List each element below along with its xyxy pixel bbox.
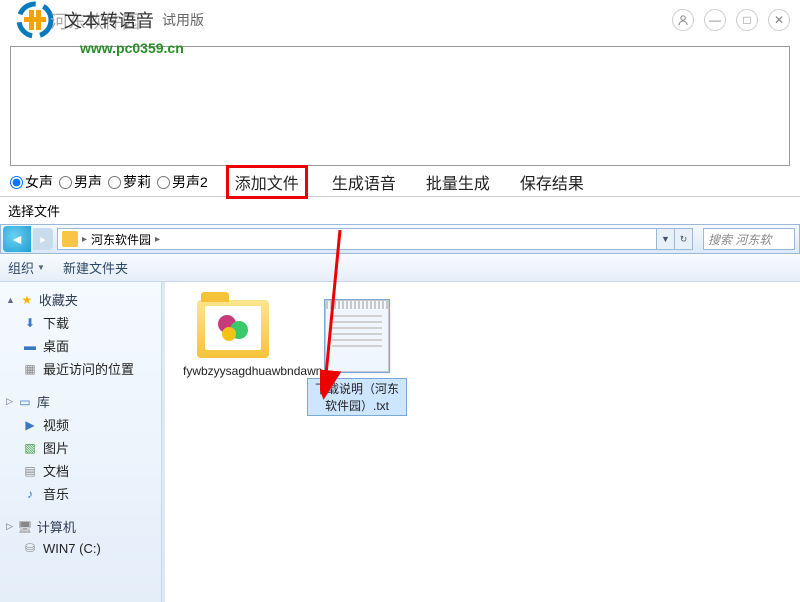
chevron-right-icon: ▸ [82,234,87,245]
chevron-right-icon: ▸ [155,234,160,245]
trial-label: 试用版 [162,10,204,30]
text-input-area[interactable] [10,46,790,166]
nav-forward-button[interactable]: ▸ [33,228,53,250]
chevron-down-icon: ▼ [37,263,45,272]
refresh-button[interactable]: ↻ [675,228,693,250]
voice-loli[interactable]: 萝莉 [108,172,151,192]
voice-male2[interactable]: 男声2 [157,172,208,192]
organize-menu[interactable]: 组织▼ [8,258,45,277]
sidebar-drive-c[interactable]: ⛁WIN7 (C:) [0,538,161,558]
download-icon: ⬇ [22,315,38,331]
library-icon: ▭ [17,394,33,410]
batch-generate-button[interactable]: 批量生成 [420,168,496,196]
file-label: 下载说明（河东软件园）.txt [307,378,407,416]
recent-icon: ▦ [22,361,38,377]
sidebar-videos[interactable]: ▶视频 [0,413,161,436]
generate-audio-button[interactable]: 生成语音 [326,168,402,196]
document-icon: ▤ [22,463,38,479]
text-file-icon [325,300,389,372]
file-item-selected[interactable]: 下载说明（河东软件园）.txt [307,300,407,416]
voice-female[interactable]: 女声 [10,172,53,192]
folder-icon [62,231,78,247]
folder-item[interactable]: fywbzyysagdhuawbndawn [183,300,283,378]
watermark-url: www.pc0359.cn [80,40,184,56]
sidebar-favorites[interactable]: ▲★收藏夹 [0,288,161,311]
sidebar-recent[interactable]: ▦最近访问的位置 [0,357,161,380]
sidebar-libraries[interactable]: ▷▭库 [0,390,161,413]
breadcrumb[interactable]: ▸ 河东软件园 ▸ [57,228,657,250]
sidebar: ▲★收藏夹 ⬇下载 ▬桌面 ▦最近访问的位置 ▷▭库 ▶视频 ▧图片 ▤文档 ♪… [0,282,162,602]
music-icon: ♪ [22,486,38,502]
star-icon: ★ [19,292,35,308]
picture-icon: ▧ [22,440,38,456]
video-icon: ▶ [22,417,38,433]
close-button[interactable]: ✕ [768,9,790,31]
folder-icon [197,300,269,358]
dialog-title: 选择文件 [0,196,800,224]
user-icon[interactable] [672,9,694,31]
save-result-button[interactable]: 保存结果 [514,168,590,196]
breadcrumb-dropdown[interactable]: ▼ [657,228,675,250]
disk-icon: ⛁ [22,540,38,556]
sidebar-pictures[interactable]: ▧图片 [0,436,161,459]
desktop-icon: ▬ [22,338,38,354]
search-input[interactable]: 搜索 河东软 [703,228,795,250]
voice-radio-group: 女声 男声 萝莉 男声2 [10,172,208,192]
sidebar-desktop[interactable]: ▬桌面 [0,334,161,357]
nav-back-button[interactable]: ◄ [3,226,31,252]
sidebar-computer[interactable]: ▷🖥计算机 [0,515,161,538]
computer-icon: 🖥 [17,519,33,535]
add-file-button[interactable]: 添加文件 [226,165,308,199]
sidebar-downloads[interactable]: ⬇下载 [0,311,161,334]
maximize-button[interactable]: □ [736,9,758,31]
file-list[interactable]: fywbzyysagdhuawbndawn 下载说明（河东软件园）.txt [165,282,800,602]
new-folder-button[interactable]: 新建文件夹 [63,258,128,277]
sidebar-documents[interactable]: ▤文档 [0,459,161,482]
app-title: 文本转语音 [64,7,154,33]
folder-label: fywbzyysagdhuawbndawn [183,364,283,378]
breadcrumb-item[interactable]: 河东软件园 [91,231,151,248]
sidebar-music[interactable]: ♪音乐 [0,482,161,505]
minimize-button[interactable]: — [704,9,726,31]
voice-male[interactable]: 男声 [59,172,102,192]
